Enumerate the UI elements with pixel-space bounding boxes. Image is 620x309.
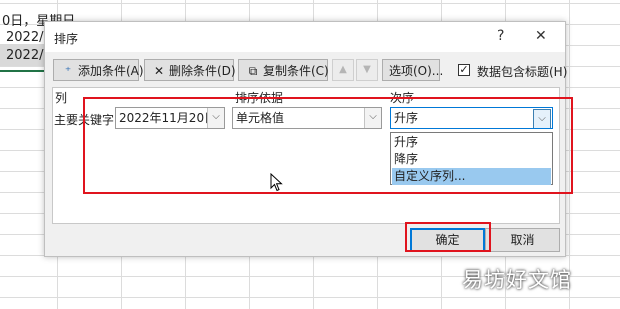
dialog-titlebar: 排序 ? ✕ — [45, 22, 565, 52]
highlight-box-ok — [405, 222, 491, 252]
column-header-col: 列 — [55, 91, 68, 105]
add-condition-button[interactable]: ⁺ 添加条件(A) — [53, 59, 144, 81]
dialog-title: 排序 — [54, 32, 79, 46]
move-up-button[interactable]: ▲ — [332, 59, 354, 81]
watermark-text: 易坊好文馆 — [462, 268, 572, 292]
copy-icon: ⧉ — [248, 64, 258, 78]
add-condition-label: 添加条件(A) — [78, 64, 144, 78]
copy-condition-label: 复制条件(C) — [263, 64, 329, 78]
mouse-cursor-icon — [270, 173, 283, 192]
close-button[interactable]: ✕ — [535, 28, 547, 44]
delete-icon: ✕ — [153, 64, 165, 78]
selection-indicator — [0, 70, 48, 72]
help-button[interactable]: ? — [497, 28, 504, 44]
has-header-label: 数据包含标题(H) — [477, 65, 568, 79]
add-level-icon: ⁺ — [64, 64, 72, 78]
cancel-button[interactable]: 取消 — [485, 228, 560, 252]
delete-condition-label: 删除条件(D) — [169, 64, 236, 78]
cell-date-short[interactable]: 2022/ — [6, 30, 43, 45]
delete-condition-button[interactable]: ✕ 删除条件(D) — [144, 59, 236, 81]
options-button[interactable]: 选项(O)... — [382, 59, 443, 81]
copy-condition-button[interactable]: ⧉ 复制条件(C) — [238, 59, 329, 81]
has-header-checkbox[interactable]: ✓ — [458, 64, 470, 76]
move-down-button[interactable]: ▼ — [356, 59, 378, 81]
highlight-box-sort-row — [83, 97, 573, 194]
